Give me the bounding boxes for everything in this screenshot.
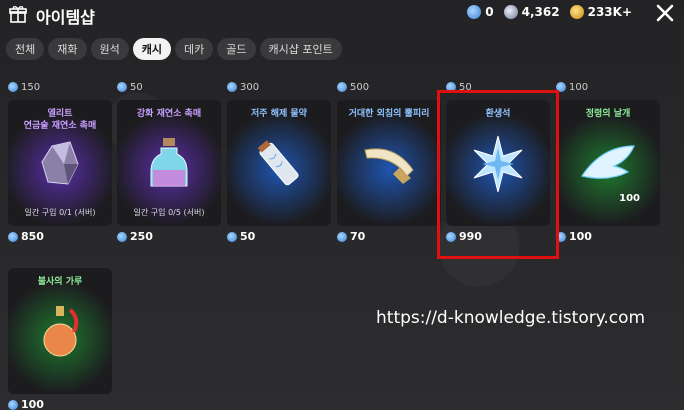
- item-card[interactable]: 환생석: [446, 100, 550, 226]
- top-price-value: 300: [240, 81, 260, 93]
- star-icon: [468, 134, 528, 194]
- close-icon[interactable]: [654, 2, 676, 24]
- top-price-value: 50: [459, 81, 472, 93]
- gem-icon: [337, 231, 347, 242]
- gem-icon: [8, 231, 18, 242]
- gem-icon: [446, 231, 456, 242]
- shop-item: 불사의 가루 100: [8, 248, 114, 410]
- top-price-value: 50: [130, 81, 143, 93]
- gem-icon: [556, 231, 566, 242]
- item-card[interactable]: 저주 해제 물약: [227, 100, 331, 226]
- gem-icon: [8, 82, 18, 92]
- price-value: 70: [350, 230, 366, 243]
- item-name: 강화 재연소 촉매: [136, 109, 202, 119]
- gift-icon: [9, 6, 27, 23]
- item-card[interactable]: 정령의 날개 100: [556, 100, 660, 226]
- horn-icon: [359, 134, 419, 194]
- item-price: 100: [8, 398, 114, 410]
- gem-icon: [227, 231, 237, 242]
- blue-gem-icon: [467, 5, 482, 19]
- watermark: https://d-knowledge.tistory.com: [376, 308, 646, 328]
- gold-coin-icon: [569, 5, 584, 19]
- shop-item: 50 환생석 990: [446, 80, 552, 243]
- bottle-icon: [139, 134, 199, 194]
- price-value: 100: [21, 398, 44, 410]
- item-card[interactable]: 엘리트 연금술 재연소 촉매 일간 구입 0/1 (서버): [8, 100, 112, 226]
- item-price: 990: [446, 230, 552, 243]
- price-value: 990: [459, 230, 482, 243]
- potion-icon: [30, 302, 90, 362]
- gem-icon: [337, 82, 347, 92]
- item-top-price: 300: [227, 80, 333, 94]
- item-name: 정령의 날개: [585, 109, 631, 119]
- tab-deca[interactable]: 데카: [175, 38, 214, 60]
- item-top-price: 100: [556, 80, 662, 94]
- tab-gold[interactable]: 골드: [217, 38, 256, 60]
- item-top-price: 500: [337, 80, 443, 94]
- shop-item: 150 엘리트 연금술 재연소 촉매 일간 구입 0/1 (서버) 850: [8, 80, 114, 243]
- tab-gemstone[interactable]: 원석: [90, 38, 129, 60]
- currency-bar: 0 4,362 233K+: [467, 5, 632, 19]
- price-value: 850: [21, 230, 44, 243]
- gem-icon: [8, 399, 18, 410]
- currency-value: 0: [485, 5, 494, 19]
- currency-value: 233K+: [587, 5, 632, 19]
- tab-all[interactable]: 전체: [6, 38, 45, 60]
- item-name: 엘리트 연금술 재연소 촉매: [23, 109, 97, 131]
- wing-icon: [578, 134, 638, 194]
- top-price-value: 100: [569, 81, 589, 93]
- top-price-value: 500: [350, 81, 370, 93]
- purchase-limit: 일간 구입 0/5 (서버): [133, 208, 205, 217]
- tab-cash[interactable]: 캐시: [132, 38, 171, 60]
- item-top-price: 50: [446, 80, 552, 94]
- item-price: 70: [337, 230, 443, 243]
- item-name: 거대한 외침의 뿔피리: [348, 109, 430, 119]
- item-price: 850: [8, 230, 114, 243]
- tab-currency[interactable]: 재화: [48, 38, 87, 60]
- gem-icon: [227, 82, 237, 92]
- silver-gem-icon: [503, 5, 518, 19]
- header: 아이템샵 0 4,362 233K+: [0, 0, 684, 28]
- page-title: 아이템샵: [36, 8, 95, 27]
- shop-item: 100 정령의 날개 100 100: [556, 80, 662, 243]
- crystal-icon: [30, 134, 90, 194]
- item-price: 250: [117, 230, 223, 243]
- item-name: 불사의 가루: [37, 277, 83, 287]
- item-top-price: 50: [117, 80, 223, 94]
- gem-icon: [556, 82, 566, 92]
- price-value: 50: [240, 230, 256, 243]
- shop-item: 500 거대한 외침의 뿔피리 70: [337, 80, 443, 243]
- item-name: 저주 해제 물약: [251, 109, 307, 119]
- scroll-icon: [249, 134, 309, 194]
- item-card[interactable]: 거대한 외침의 뿔피리: [337, 100, 441, 226]
- item-card[interactable]: 강화 재연소 촉매 일간 구입 0/5 (서버): [117, 100, 221, 226]
- item-price: 100: [556, 230, 662, 243]
- item-price: 50: [227, 230, 333, 243]
- price-value: 250: [130, 230, 153, 243]
- currency-gold[interactable]: 233K+: [569, 5, 632, 19]
- currency-blue-gem[interactable]: 0: [467, 5, 494, 19]
- shop-item: 300 저주 해제 물약 50: [227, 80, 333, 243]
- item-name: 환생석: [485, 109, 511, 119]
- gem-icon: [117, 231, 127, 242]
- shop-item: 50 강화 재연소 촉매 일간 구입 0/5 (서버) 250: [117, 80, 223, 243]
- item-quantity: 100: [619, 193, 640, 204]
- item-card[interactable]: 불사의 가루: [8, 268, 112, 394]
- category-tabs: 전체 재화 원석 캐시 데카 골드 캐시샵 포인트: [6, 38, 342, 60]
- currency-value: 4,362: [521, 5, 560, 19]
- gem-icon: [117, 82, 127, 92]
- item-top-price: 150: [8, 80, 114, 94]
- currency-silver-gem[interactable]: 4,362: [503, 5, 560, 19]
- top-price-value: 150: [21, 81, 41, 93]
- price-value: 100: [569, 230, 592, 243]
- item-top-price: [8, 248, 114, 262]
- tab-cashshop-points[interactable]: 캐시샵 포인트: [259, 38, 342, 60]
- purchase-limit: 일간 구입 0/1 (서버): [24, 208, 96, 217]
- gem-icon: [446, 82, 456, 92]
